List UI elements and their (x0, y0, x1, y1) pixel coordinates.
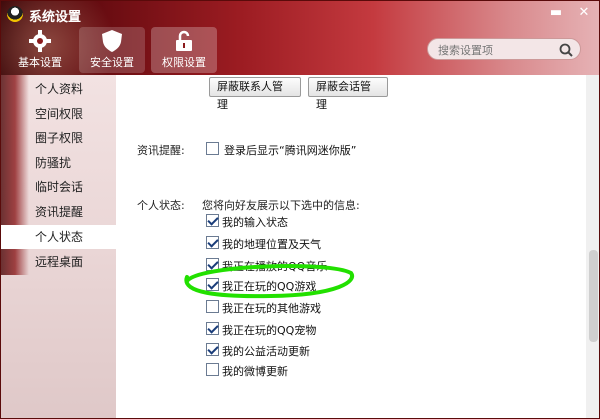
minimize-button[interactable]: ▬ (545, 4, 567, 22)
status-option-checkbox[interactable] (206, 363, 219, 376)
sidebar-item-label: 个人资料 (35, 82, 84, 96)
status-option-label: 我的地理位置及天气 (222, 238, 321, 251)
sidebar-item-label: 防骚扰 (35, 156, 72, 170)
header-banner: 系统设置 ▬ ✕ 基本设置 安全设置 权限设置 搜索设置项 (1, 1, 599, 75)
status-option-label: 我的微博更新 (222, 365, 288, 378)
tab-basic-settings-label: 基本设置 (18, 56, 62, 69)
status-option-label: 我正在玩的其他游戏 (222, 302, 321, 315)
tab-basic-settings[interactable]: 基本设置 (7, 27, 73, 73)
tab-permission-settings-label: 权限设置 (162, 56, 206, 69)
block-sessions-button[interactable]: 屏蔽会话管理 (308, 77, 388, 111)
status-option-checkbox[interactable] (206, 278, 219, 291)
status-option-checkbox[interactable] (206, 236, 219, 249)
news-mini-checkbox[interactable] (206, 142, 219, 155)
settings-content: 屏蔽联系人管理 屏蔽会话管理 资讯提醒: 登录后显示“腾讯网迷你版” 个人状态:… (116, 75, 586, 418)
tab-permission-settings[interactable]: 权限设置 (151, 27, 217, 73)
news-reminder-label: 资讯提醒: (137, 144, 185, 157)
status-option-checkbox[interactable] (206, 343, 219, 356)
sidebar: 个人资料 空间权限 圈子权限 防骚扰 临时会话 资讯提醒 个人状态 远程桌面 (1, 75, 116, 418)
shield-icon (99, 29, 125, 53)
sidebar-item-news-reminder[interactable]: 资讯提醒 (1, 200, 116, 224)
scrollbar-thumb[interactable] (589, 250, 598, 342)
search-box[interactable] (427, 38, 581, 60)
personal-status-label: 个人状态: (137, 199, 185, 212)
personal-status-description: 您将向好友展示以下选中的信息: (202, 199, 360, 212)
settings-window: 系统设置 ▬ ✕ 基本设置 安全设置 权限设置 搜索设置项 个人资料 空间权限 … (0, 0, 600, 419)
tab-security-settings[interactable]: 安全设置 (79, 27, 145, 73)
sidebar-item-personal-status[interactable]: 个人状态 (1, 225, 116, 249)
search-icon[interactable] (558, 42, 574, 58)
sidebar-item-circle-permission[interactable]: 圈子权限 (1, 126, 116, 150)
sidebar-item-label: 资讯提醒 (35, 205, 84, 219)
sidebar-item-label: 个人状态 (35, 230, 84, 244)
sidebar-item-remote-desktop[interactable]: 远程桌面 (1, 250, 116, 274)
tab-security-settings-label: 安全设置 (90, 56, 134, 69)
vertical-scrollbar[interactable] (586, 75, 599, 418)
sidebar-item-label: 远程桌面 (35, 255, 84, 269)
status-option-label: 我正在播放的QQ音乐 (222, 260, 328, 273)
sidebar-item-label: 临时会话 (35, 180, 84, 194)
news-mini-label: 登录后显示“腾讯网迷你版” (224, 144, 357, 157)
title-bar: 系统设置 ▬ ✕ (1, 1, 599, 27)
qq-penguin-icon (7, 6, 23, 22)
sidebar-item-temp-session[interactable]: 临时会话 (1, 175, 116, 199)
status-option-label: 我的输入状态 (222, 216, 288, 229)
search-input[interactable] (436, 41, 558, 59)
lock-icon (171, 29, 197, 53)
sidebar-item-label: 圈子权限 (35, 131, 84, 145)
sidebar-item-profile[interactable]: 个人资料 (1, 77, 116, 101)
status-option-checkbox[interactable] (206, 322, 219, 335)
status-option-label: 我正在玩的QQ宠物 (222, 324, 317, 337)
status-option-checkbox[interactable] (206, 300, 219, 313)
gear-icon (27, 29, 53, 53)
window-title: 系统设置 (29, 10, 82, 25)
status-option-label: 我的公益活动更新 (222, 345, 310, 358)
sidebar-item-space-permission[interactable]: 空间权限 (1, 102, 116, 126)
status-option-label: 我正在玩的QQ游戏 (222, 280, 317, 293)
block-contacts-button[interactable]: 屏蔽联系人管理 (209, 77, 301, 111)
sidebar-item-anti-harassment[interactable]: 防骚扰 (1, 151, 116, 175)
status-option-checkbox[interactable] (206, 214, 219, 227)
close-button[interactable]: ✕ (573, 4, 595, 22)
sidebar-item-label: 空间权限 (35, 107, 84, 121)
status-option-checkbox[interactable] (206, 258, 219, 271)
